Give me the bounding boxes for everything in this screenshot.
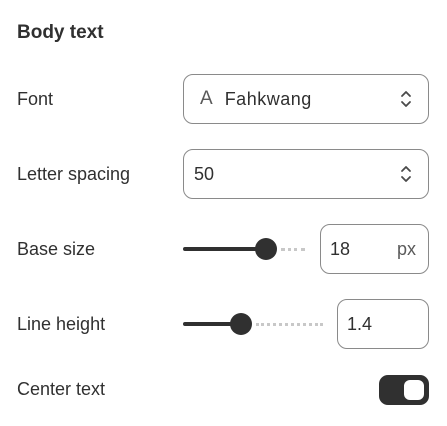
letter-spacing-select[interactable]: 50 [183,149,429,199]
toggle-knob [404,380,424,400]
letter-spacing-value: 50 [194,163,215,184]
center-text-label: Center text [17,379,106,399]
base-size-unit: px [396,238,416,259]
base-size-slider[interactable] [183,236,305,262]
center-text-toggle[interactable] [379,375,429,405]
line-height-slider[interactable] [183,311,323,337]
font-value: Fahkwang [224,88,312,109]
base-size-input[interactable]: 18 px [320,224,429,274]
chevron-updown-icon [401,166,411,182]
slider-knob[interactable] [255,238,277,260]
slider-knob[interactable] [230,313,252,335]
line-height-input[interactable]: 1.4 [337,299,429,349]
page-title: Body text [17,22,104,43]
base-size-label: Base size [17,239,96,259]
slider-track-rest [256,322,323,326]
font-label: Font [17,89,54,109]
line-height-label: Line height [17,314,106,334]
base-size-value: 18 [330,238,351,259]
line-height-value: 1.4 [347,313,373,334]
letter-spacing-label: Letter spacing [17,164,131,184]
font-glyph-icon: A [200,88,213,109]
font-select[interactable]: A Fahkwang [183,74,429,124]
slider-track-filled [183,247,266,251]
chevron-updown-icon [401,91,411,107]
slider-track-rest [281,247,305,251]
